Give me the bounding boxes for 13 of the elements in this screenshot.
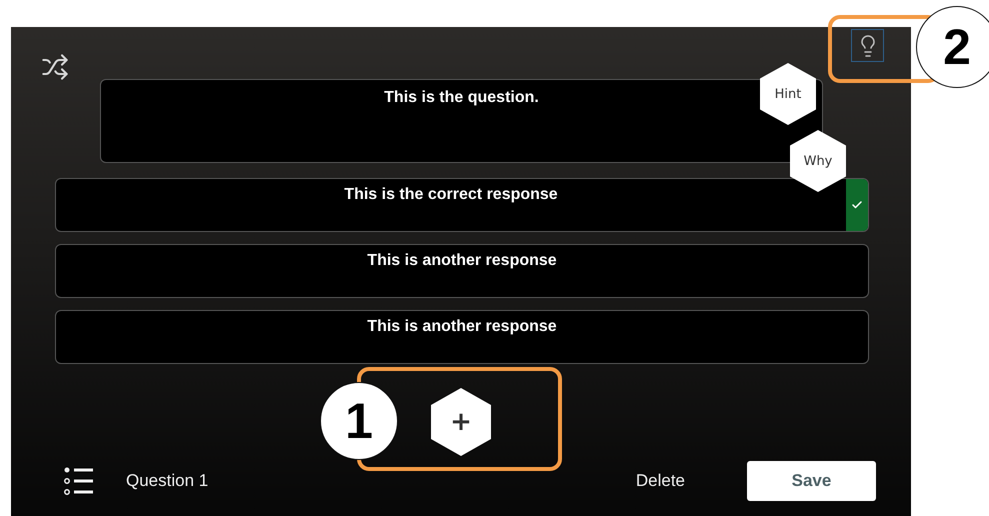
response-field[interactable]: This is the correct response (55, 178, 869, 232)
callout-number: 2 (916, 6, 989, 88)
list-icon[interactable] (64, 467, 94, 495)
response-field[interactable]: This is another response (55, 310, 869, 364)
check-icon (851, 199, 863, 211)
add-button[interactable]: + (431, 388, 491, 456)
save-button[interactable]: Save (747, 461, 876, 501)
delete-button[interactable]: Delete (632, 467, 689, 495)
response-field[interactable]: This is another response (55, 244, 869, 298)
question-label: Question 1 (126, 471, 208, 491)
shuffle-icon[interactable] (41, 53, 69, 81)
lightbulb-icon[interactable] (851, 29, 884, 62)
response-text: This is the correct response (343, 185, 559, 205)
